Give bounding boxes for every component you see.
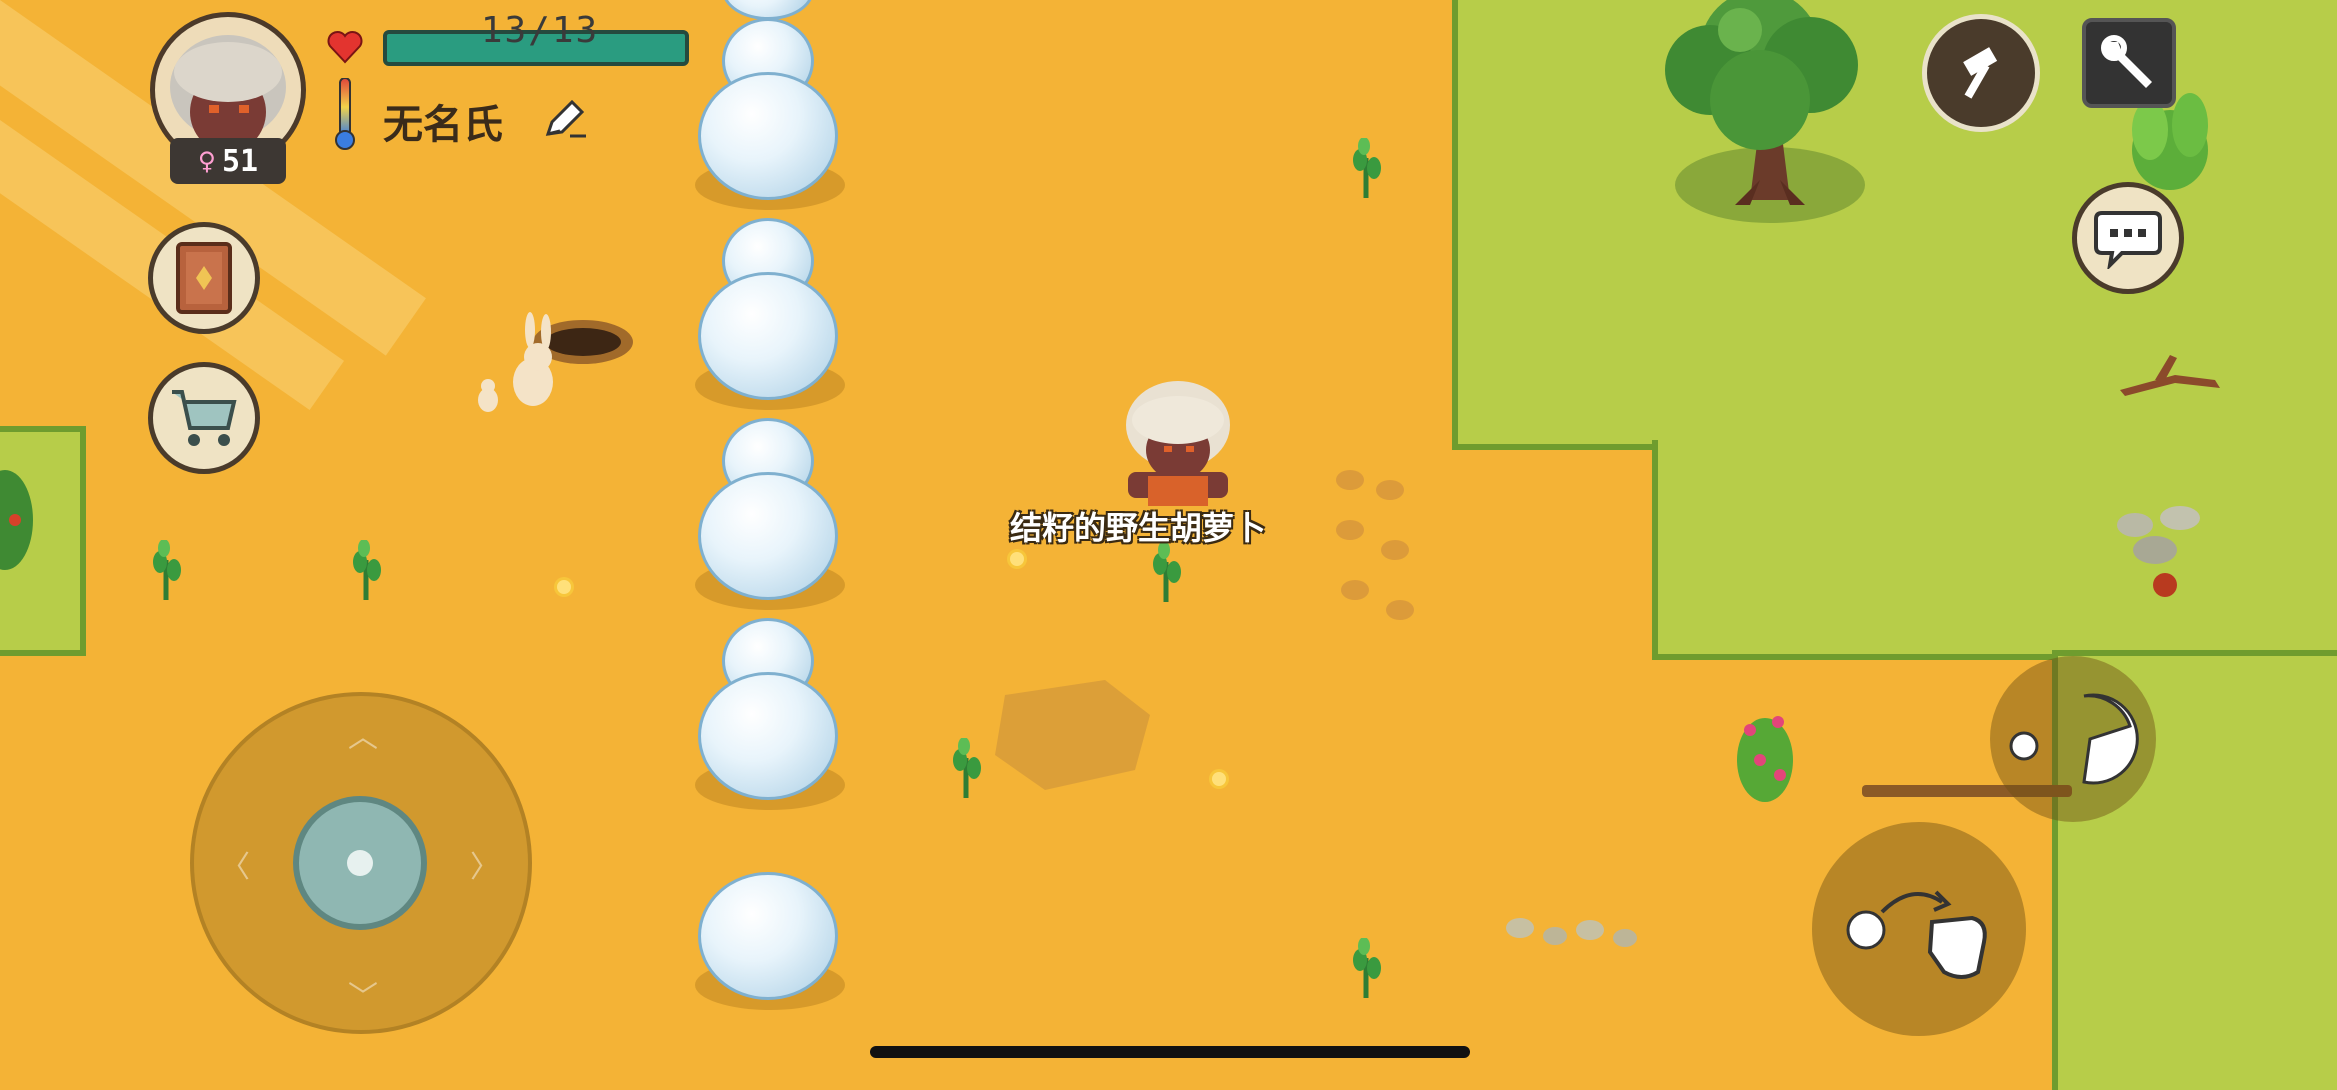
- player-character[interactable]: [1108, 380, 1238, 510]
- tree[interactable]: [1640, 0, 1880, 230]
- arrow-up-icon: ︿: [348, 720, 378, 755]
- chat-button[interactable]: [2072, 182, 2184, 294]
- shop-button[interactable]: [148, 362, 260, 474]
- eat-mouth-icon: [2009, 693, 2139, 785]
- player-name: 无名氏: [383, 102, 503, 148]
- dirt-patch: [995, 680, 1150, 790]
- home-indicator[interactable]: [870, 1046, 1470, 1058]
- age-value: 51: [221, 143, 259, 179]
- snowball: [698, 672, 838, 800]
- footprints: [1336, 470, 1414, 620]
- item-label: 结籽的野生胡萝卜: [1010, 509, 1267, 547]
- eat-button[interactable]: [1990, 656, 2156, 822]
- yellow-flower: [1010, 552, 1024, 566]
- pencil-icon[interactable]: [540, 96, 590, 142]
- thermometer-icon: [335, 78, 355, 150]
- arrow-right-icon: 〉: [470, 850, 500, 885]
- branch[interactable]: [2115, 350, 2225, 400]
- wild-carrot[interactable]: [1352, 938, 1382, 998]
- rose-bush[interactable]: [1730, 700, 1800, 810]
- rabbit[interactable]: [468, 312, 638, 422]
- snowball: [698, 472, 838, 600]
- wild-carrot[interactable]: [952, 738, 982, 798]
- snowball: [698, 72, 838, 200]
- wrench-icon: [2101, 35, 2152, 88]
- arrow-left-icon: 〈: [220, 850, 250, 885]
- crafting-button[interactable]: [1922, 14, 2040, 132]
- throw-button[interactable]: [1812, 822, 2026, 1036]
- hammer-icon: [1963, 47, 1998, 99]
- health-text: 13/13: [480, 10, 600, 51]
- book-icon: [176, 242, 232, 314]
- arrow-down-icon: ﹀: [348, 980, 378, 1015]
- heart-icon: [327, 31, 363, 64]
- wild-carrot[interactable]: [352, 540, 382, 600]
- chat-bubble-icon: [2094, 211, 2162, 269]
- yellow-flower: [557, 580, 571, 594]
- recipe-book-button[interactable]: [148, 222, 260, 334]
- joystick-center-dot: [347, 850, 373, 876]
- apple-tree-edge[interactable]: [0, 460, 35, 580]
- yellow-flower: [1212, 772, 1226, 786]
- seeded-wild-carrot[interactable]: [1152, 542, 1182, 602]
- gravel[interactable]: [1500, 908, 1660, 958]
- stone-pile[interactable]: [2110, 500, 2220, 600]
- throw-hand-icon: [1846, 890, 1987, 979]
- female-icon: ♀: [197, 143, 216, 179]
- wild-carrot[interactable]: [152, 540, 182, 600]
- snowball: [722, 0, 814, 20]
- snowball: [698, 272, 838, 400]
- settings-button[interactable]: [2082, 18, 2176, 108]
- age-badge: ♀ 51: [170, 138, 286, 184]
- shopping-cart-icon: [172, 390, 237, 446]
- snowball: [698, 872, 838, 1000]
- wild-carrot[interactable]: [1352, 138, 1382, 198]
- grass-area-right-lower: [1652, 440, 2337, 660]
